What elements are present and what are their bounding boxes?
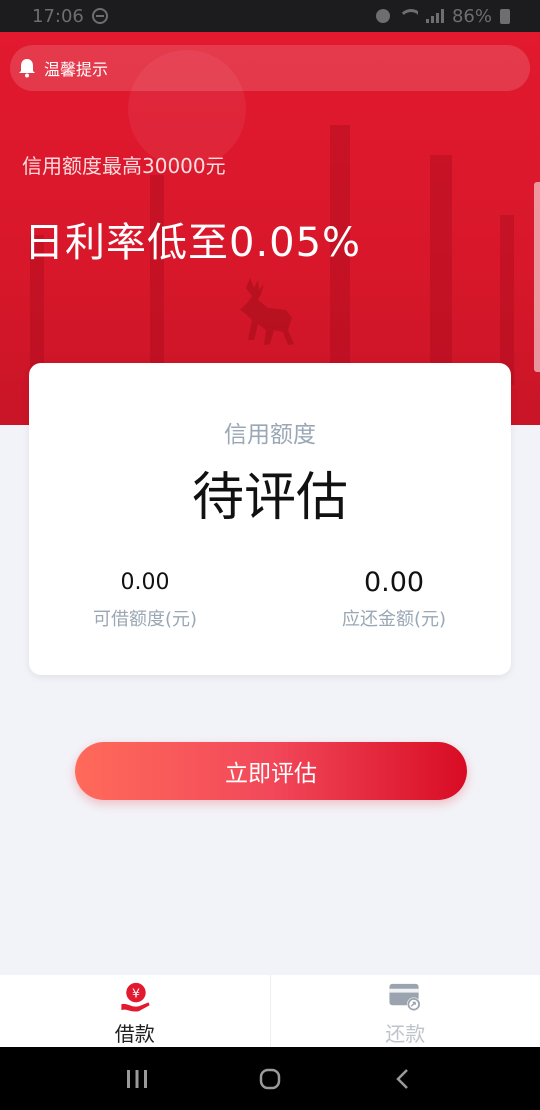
notice-label: 温馨提示 (44, 60, 109, 79)
loan-hand-icon: ¥ (121, 982, 150, 1012)
credit-status: 待评估 (191, 468, 348, 528)
tab-repay-label: 还款 (385, 1022, 426, 1046)
due-amount-caption: 应还金额(元) (341, 609, 447, 630)
system-nav-bar (0, 1047, 540, 1110)
credit-max-text: 信用额度最高30000元 (22, 154, 226, 178)
tab-repay[interactable]: 还款 (269, 975, 540, 1047)
wifi-icon (397, 9, 418, 23)
deer-icon (240, 278, 294, 345)
status-time: 17:06 (32, 5, 84, 27)
interest-rate-text: 日利率低至0.05% (24, 220, 362, 266)
credit-label: 信用额度 (224, 422, 316, 448)
signal-icon (425, 9, 444, 23)
available-amount: 0.00 可借额度(元) (55, 569, 235, 631)
status-right: 86% (375, 5, 510, 27)
due-amount-value: 0.00 (363, 567, 425, 598)
recent-apps-icon (126, 1069, 147, 1088)
tab-loan-label: 借款 (114, 1022, 155, 1046)
decorative-tree (150, 175, 164, 385)
back-icon (396, 1068, 409, 1089)
battery-icon (500, 8, 510, 24)
recent-apps-button[interactable] (117, 1059, 157, 1099)
battery-percent: 86% (451, 5, 492, 27)
home-button[interactable] (250, 1059, 290, 1099)
bottom-tab-bar: ¥ 借款 还款 (0, 975, 540, 1047)
decorative-tree (500, 215, 514, 385)
do-not-disturb-icon (91, 8, 108, 24)
status-bar: 17:06 86% (0, 0, 540, 32)
scroll-indicator[interactable] (534, 182, 540, 372)
available-amount-value: 0.00 (120, 570, 170, 595)
credit-card-panel: 信用额度 待评估 0.00 可借额度(元) 0.00 应还金额(元) (29, 363, 511, 675)
available-amount-caption: 可借额度(元) (92, 609, 198, 630)
repay-card-icon (389, 983, 421, 1012)
tab-loan[interactable]: ¥ 借款 (0, 975, 270, 1047)
notice-bar[interactable]: 温馨提示 (10, 45, 530, 91)
alarm-icon (375, 9, 390, 23)
home-icon (259, 1068, 281, 1089)
due-amount: 0.00 应还金额(元) (304, 569, 484, 631)
back-button[interactable] (383, 1059, 423, 1099)
status-left: 17:06 (32, 6, 108, 27)
bell-icon (19, 59, 35, 78)
decorative-tree (430, 155, 452, 385)
evaluate-now-button[interactable]: 立即评估 (75, 742, 467, 800)
svg-text:¥: ¥ (132, 985, 140, 1000)
